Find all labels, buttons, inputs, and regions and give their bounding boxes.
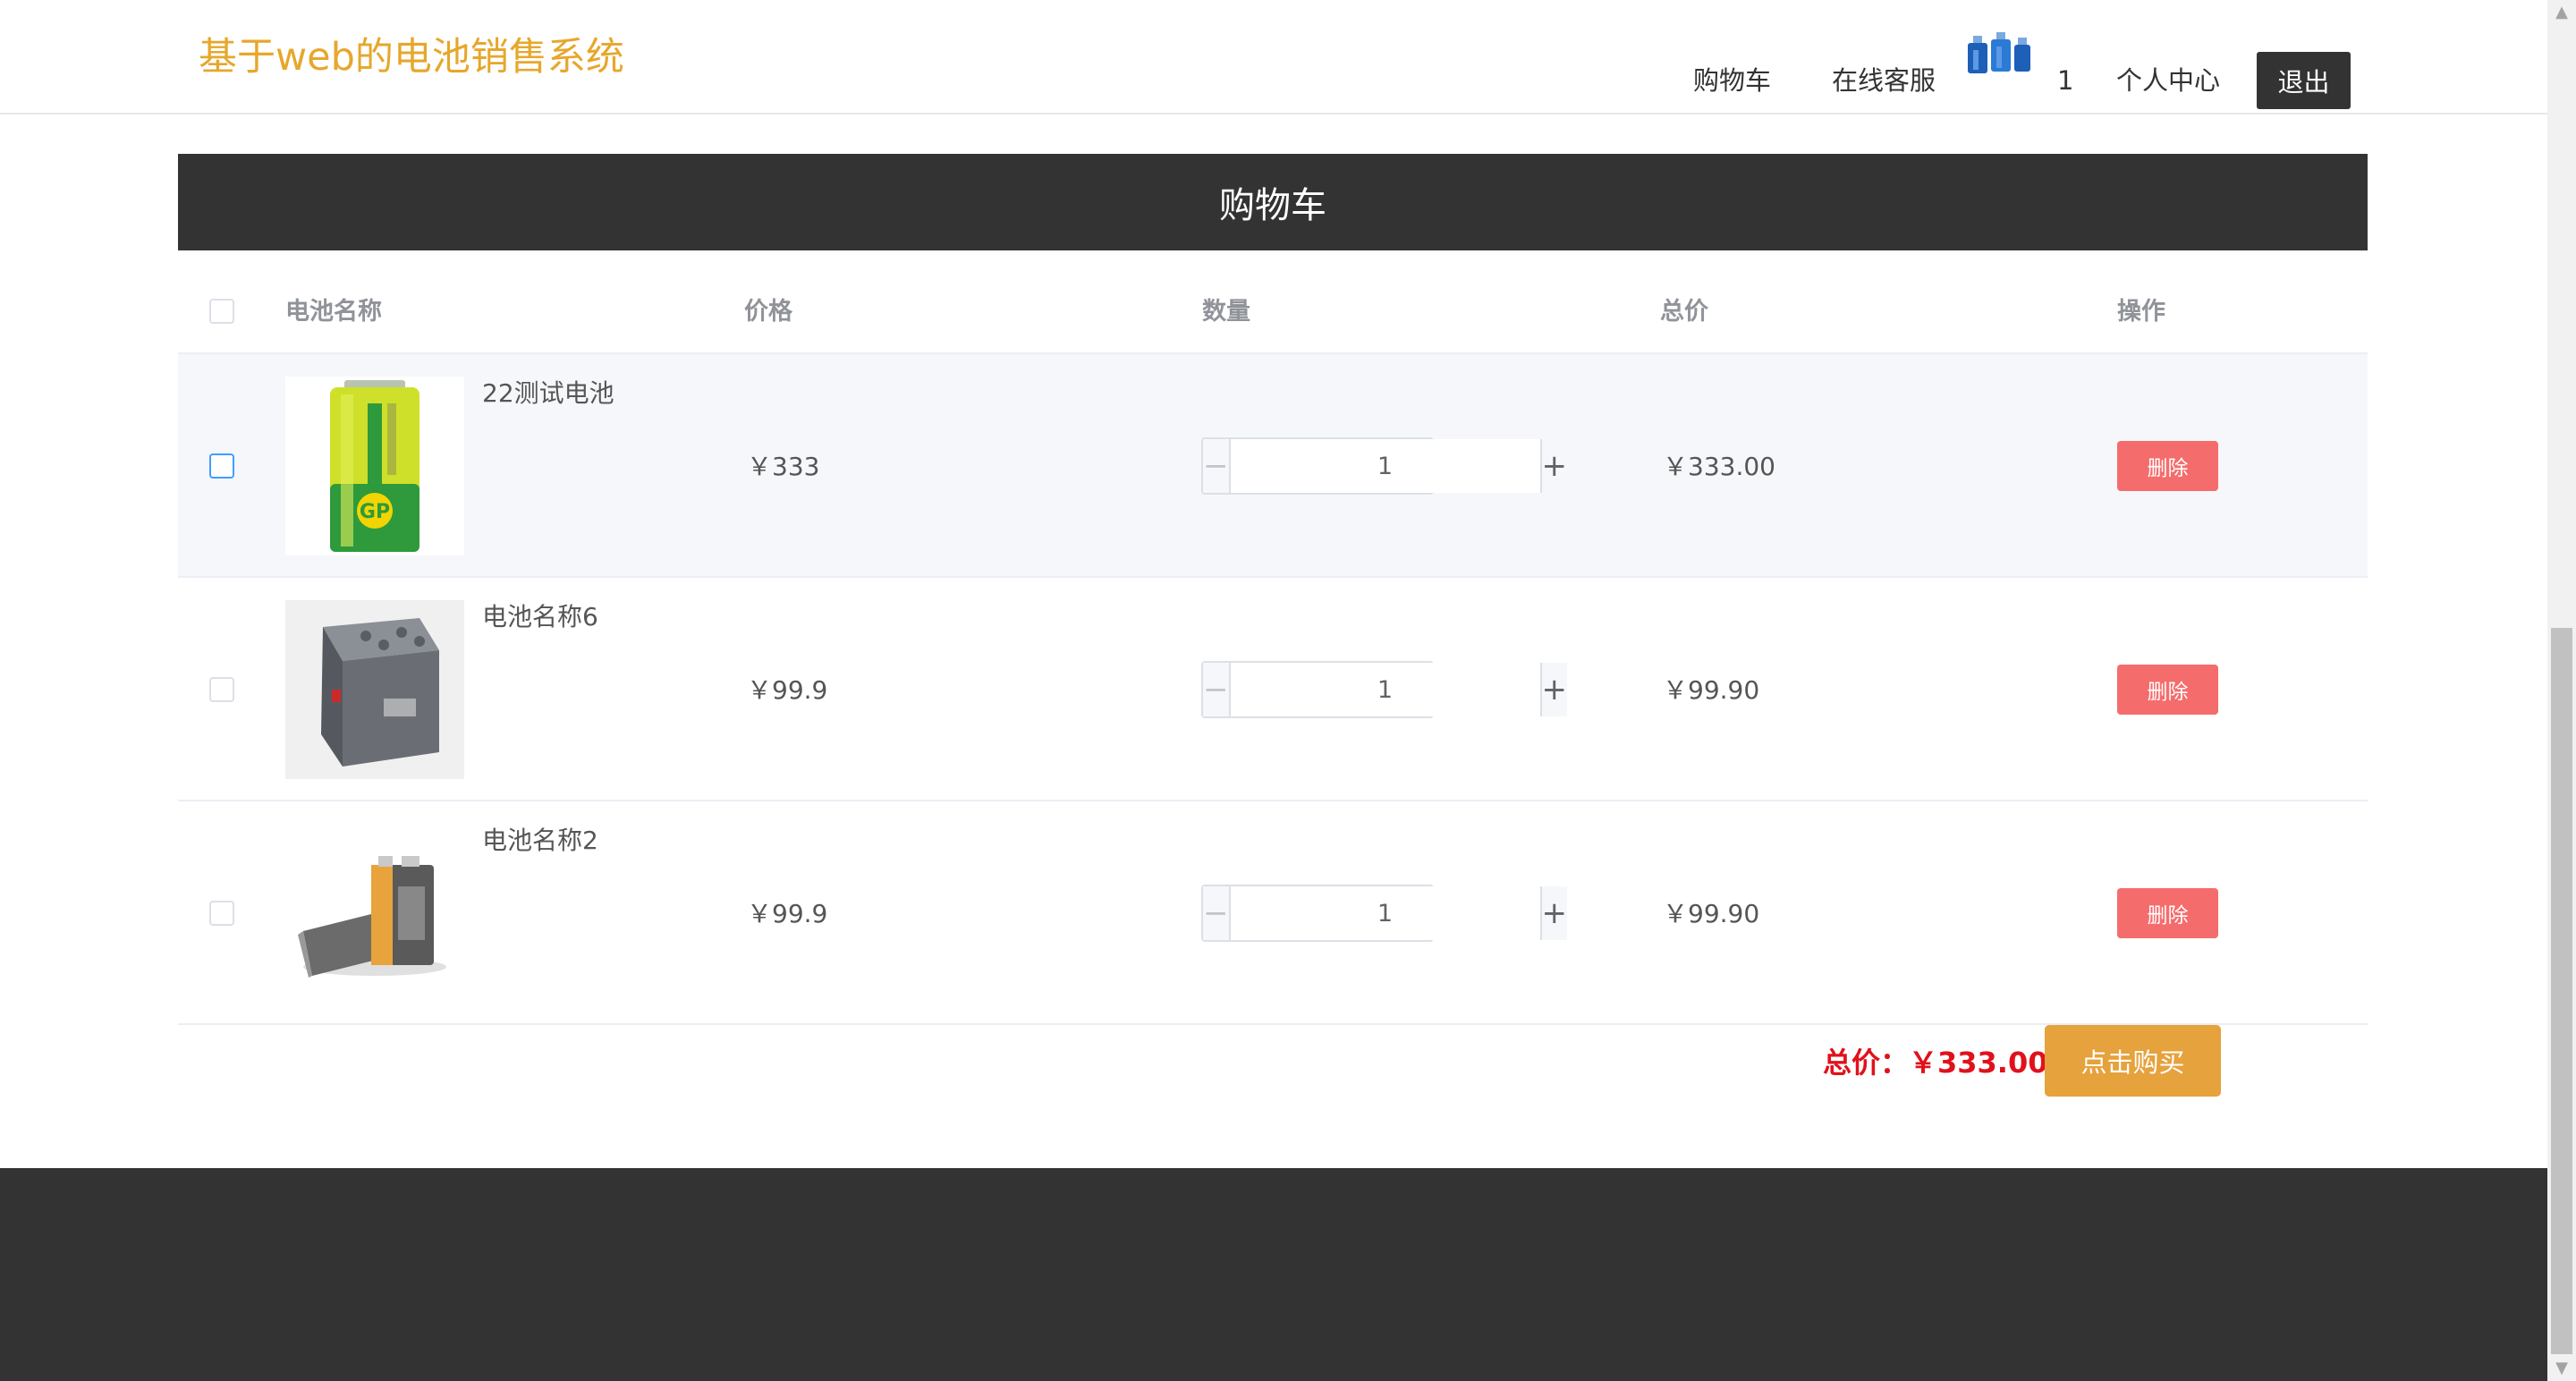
product-price: ￥99.9 — [747, 675, 828, 705]
delete-button[interactable]: 删除 — [2117, 441, 2218, 491]
product-name[interactable]: 电池名称6 — [482, 597, 598, 633]
top-header: 基于web的电池销售系统 购物车 在线客服 1 个人中心 退出 — [0, 0, 2547, 114]
col-header-total: 总价 — [1660, 298, 1708, 326]
increase-button[interactable]: + — [1539, 886, 1567, 940]
product-name[interactable]: 电池名称2 — [482, 821, 598, 857]
nav-service-link[interactable]: 在线客服 — [1832, 63, 1936, 98]
logout-button[interactable]: 退出 — [2257, 52, 2351, 109]
buy-button[interactable]: 点击购买 — [2045, 1025, 2221, 1097]
delete-button[interactable]: 删除 — [2117, 888, 2218, 938]
product-price: ￥333 — [747, 452, 820, 481]
delete-button[interactable]: 删除 — [2117, 665, 2218, 715]
col-header-quantity: 数量 — [1202, 298, 1250, 326]
row-total: ￥99.90 — [1663, 675, 1760, 705]
decrease-button[interactable]: − — [1203, 439, 1231, 493]
row-total: ￥99.90 — [1663, 899, 1760, 928]
product-price: ￥99.9 — [747, 899, 828, 928]
quantity-stepper: − + — [1201, 437, 1567, 495]
scroll-up-icon[interactable]: ▲ — [2547, 0, 2576, 25]
product-image[interactable]: GP — [285, 377, 464, 555]
cart-total-label: 总价：￥333.00 — [1823, 1046, 2048, 1080]
quantity-input[interactable] — [1230, 439, 1540, 493]
table-row: GP 22测试电池 ￥333 − + ￥333.00 删除 — [178, 354, 2368, 578]
page-title: 购物车 — [1219, 185, 1326, 226]
table-row: 电池名称6 ￥99.9 − + ￥99.90 删除 — [178, 578, 2368, 801]
col-header-actions: 操作 — [2117, 298, 2165, 326]
svg-text:GP: GP — [360, 501, 390, 523]
cart-count: 1 — [2057, 65, 2074, 96]
increase-button[interactable]: + — [1539, 663, 1567, 716]
nav-profile-link[interactable]: 个人中心 — [2116, 63, 2220, 98]
select-all-checkbox[interactable] — [209, 299, 234, 324]
decrease-button[interactable]: − — [1203, 663, 1231, 716]
product-image[interactable] — [285, 600, 464, 779]
lead-acid-battery-icon — [321, 618, 439, 767]
vertical-scrollbar[interactable]: ▲ ▼ — [2547, 0, 2576, 1381]
9v-battery-icon — [298, 856, 446, 978]
site-logo[interactable]: 基于web的电池销售系统 — [199, 30, 624, 84]
batteries-cart-icon[interactable] — [1966, 30, 2038, 77]
quantity-input[interactable] — [1230, 663, 1540, 716]
scroll-thumb[interactable] — [2551, 628, 2572, 1354]
col-header-price: 价格 — [744, 298, 792, 326]
quantity-stepper: − + — [1201, 885, 1567, 942]
table-header: 电池名称 价格 数量 总价 操作 — [178, 259, 2368, 354]
product-name[interactable]: 22测试电池 — [482, 374, 614, 410]
row-total: ￥333.00 — [1663, 452, 1775, 481]
quantity-input[interactable] — [1230, 886, 1540, 940]
product-image[interactable] — [285, 824, 464, 1003]
decrease-button[interactable]: − — [1203, 886, 1231, 940]
increase-button[interactable]: + — [1539, 439, 1567, 493]
nav-cart-link[interactable]: 购物车 — [1693, 63, 1771, 98]
row-checkbox[interactable] — [209, 453, 234, 479]
row-checkbox[interactable] — [209, 677, 234, 702]
table-row: 电池名称2 ￥99.9 − + ￥99.90 删除 — [178, 801, 2368, 1025]
row-checkbox[interactable] — [209, 901, 234, 926]
gp-battery-icon: GP — [330, 380, 419, 552]
page-footer — [0, 1168, 2547, 1381]
quantity-stepper: − + — [1201, 661, 1567, 718]
scroll-down-icon[interactable]: ▼ — [2547, 1356, 2576, 1381]
cart-title-bar: 购物车 — [178, 154, 2368, 250]
col-header-name: 电池名称 — [285, 298, 382, 326]
